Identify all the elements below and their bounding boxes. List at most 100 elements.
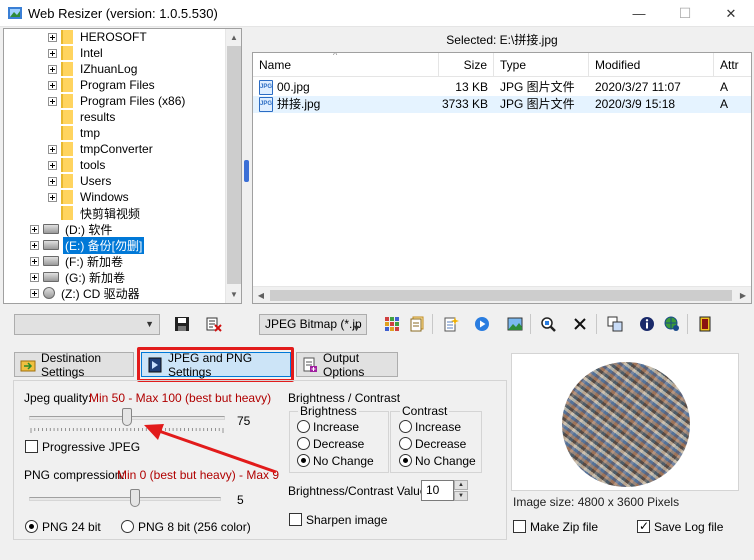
tree-item[interactable]: (D:) 软件: [30, 221, 114, 237]
folder-tree[interactable]: HEROSOFT Intel IZhuanLog Program Files Progr…: [3, 28, 242, 304]
tree-item[interactable]: Program Files: [48, 77, 157, 93]
expand-icon[interactable]: [48, 64, 57, 74]
file-row[interactable]: JPG 00.jpg 13 KB JPG 图片文件 2020/3/27 11:07 A: [253, 79, 751, 96]
column-attr[interactable]: Attr: [714, 53, 751, 77]
minimize-button[interactable]: —: [616, 0, 662, 27]
file-list-scroll-thumb[interactable]: [270, 290, 732, 301]
png-8bit-radio[interactable]: [121, 520, 134, 533]
output-format-combo[interactable]: JPEG Bitmap (*.jp ▼: [259, 314, 367, 335]
contrast-decrease-label: Decrease: [415, 437, 467, 451]
file-list[interactable]: Name ^ Size Type Modified Attr JPG 00.jpg…: [252, 52, 752, 304]
save-button[interactable]: [171, 313, 193, 335]
jpeg-quality-hint: Min 50 - Max 100 (best but heavy): [89, 391, 272, 405]
column-modified[interactable]: Modified: [589, 53, 714, 77]
tree-item[interactable]: IZhuanLog: [48, 61, 139, 77]
png-compression-slider-thumb[interactable]: [130, 489, 141, 507]
info-button[interactable]: [636, 313, 658, 335]
tree-item[interactable]: Intel: [48, 45, 105, 61]
scroll-up-icon[interactable]: ▲: [226, 29, 241, 46]
sharpen-image-checkbox[interactable]: [289, 513, 302, 526]
png-compression-slider-track[interactable]: [29, 497, 221, 501]
web-button[interactable]: [661, 313, 683, 335]
contrast-increase-radio[interactable]: [399, 420, 412, 433]
file-list-horizontal-scrollbar[interactable]: ◀ ▶: [253, 286, 751, 303]
start-button[interactable]: [471, 313, 493, 335]
brightness-contrast-value-label: Brightness/Contrast Value:: [288, 484, 430, 498]
tree-item[interactable]: (E:) 备份[勿删]: [30, 236, 145, 254]
delete-button[interactable]: [569, 313, 591, 335]
tab-jpeg-png-settings[interactable]: JPEG and PNG Settings: [141, 351, 291, 379]
make-zip-checkbox[interactable]: [513, 520, 526, 533]
contrast-nochange-radio[interactable]: [399, 454, 412, 467]
expand-icon[interactable]: [48, 144, 57, 154]
brightness-increase-radio[interactable]: [297, 420, 310, 433]
expand-icon[interactable]: [48, 80, 57, 90]
expand-icon[interactable]: [30, 240, 39, 250]
tree-item[interactable]: Program Files (x86): [48, 93, 187, 109]
spin-up-icon[interactable]: ▲: [454, 480, 468, 490]
scroll-down-icon[interactable]: ▼: [226, 286, 241, 303]
jpeg-quality-label: Jpeg quality:: [24, 391, 92, 405]
expand-icon[interactable]: [30, 288, 39, 298]
close-button[interactable]: ✕: [708, 0, 754, 27]
file-size: 3733 KB: [441, 97, 488, 111]
save-log-checkbox[interactable]: [637, 519, 650, 533]
spin-down-icon[interactable]: ▼: [454, 491, 468, 501]
file-list-button[interactable]: [406, 313, 428, 335]
folder-icon: [61, 30, 73, 44]
expand-icon[interactable]: [48, 160, 57, 170]
save-settings-button[interactable]: [203, 313, 225, 335]
save-log-label: Save Log file: [654, 520, 724, 534]
tree-item[interactable]: (G:) 新加卷: [30, 269, 127, 285]
contrast-decrease-radio[interactable]: [399, 437, 412, 450]
tree-item[interactable]: HEROSOFT: [48, 29, 149, 45]
tree-item[interactable]: (F:) 新加卷: [30, 253, 125, 269]
tree-item[interactable]: 快剪辑视频: [48, 205, 142, 221]
maximize-button[interactable]: ☐: [662, 0, 708, 27]
expand-icon[interactable]: [30, 272, 39, 282]
expand-icon[interactable]: [48, 96, 57, 106]
tree-item[interactable]: Users: [48, 173, 113, 189]
png-24bit-radio[interactable]: [25, 520, 38, 533]
tree-vertical-scrollbar[interactable]: ▲ ▼: [225, 29, 241, 303]
destination-combo[interactable]: ▼: [14, 314, 160, 335]
zoom-button[interactable]: [537, 313, 559, 335]
brightness-nochange-radio[interactable]: [297, 454, 310, 467]
scroll-right-icon[interactable]: ▶: [735, 287, 751, 303]
tree-item[interactable]: Windows: [48, 189, 131, 205]
expand-icon[interactable]: [48, 32, 57, 42]
progressive-jpeg-checkbox[interactable]: [25, 440, 38, 453]
tree-item[interactable]: tmpConverter: [48, 141, 155, 157]
brightness-contrast-value-input[interactable]: 10: [421, 480, 454, 501]
tree-item[interactable]: tmp: [48, 125, 102, 141]
exit-button[interactable]: [694, 313, 716, 335]
brightness-decrease-radio[interactable]: [297, 437, 310, 450]
image-preview-button[interactable]: [504, 313, 526, 335]
documents-icon: [410, 316, 424, 332]
scroll-left-icon[interactable]: ◀: [253, 287, 269, 303]
tree-item[interactable]: tools: [48, 157, 107, 173]
expand-icon[interactable]: [30, 224, 39, 234]
grid-view-button[interactable]: [381, 313, 403, 335]
panel-splitter[interactable]: [242, 28, 251, 304]
file-row[interactable]: JPG 拼接.jpg 3733 KB JPG 图片文件 2020/3/9 15:18 A: [253, 96, 751, 113]
tree-item[interactable]: (Z:) CD 驱动器: [30, 285, 142, 301]
copy-button[interactable]: [604, 313, 626, 335]
column-size[interactable]: Size: [439, 53, 494, 77]
tree-scroll-thumb[interactable]: [227, 46, 241, 284]
drive-icon: [43, 240, 59, 250]
column-type[interactable]: Type: [494, 53, 589, 77]
expand-icon[interactable]: [30, 256, 39, 266]
expand-icon[interactable]: [48, 176, 57, 186]
tree-item[interactable]: results: [48, 109, 117, 125]
splitter-grip[interactable]: [244, 160, 249, 182]
jpeg-quality-slider-thumb[interactable]: [122, 408, 132, 426]
new-file-button[interactable]: [440, 313, 462, 335]
expand-icon[interactable]: [48, 48, 57, 58]
file-type: JPG 图片文件: [500, 97, 575, 111]
toolbar-separator: [687, 314, 688, 334]
tab-destination-settings[interactable]: Destination Settings: [14, 351, 134, 379]
tab-output-options[interactable]: Output Options: [296, 351, 398, 379]
expand-icon[interactable]: [48, 192, 57, 202]
column-name[interactable]: Name: [253, 53, 439, 77]
